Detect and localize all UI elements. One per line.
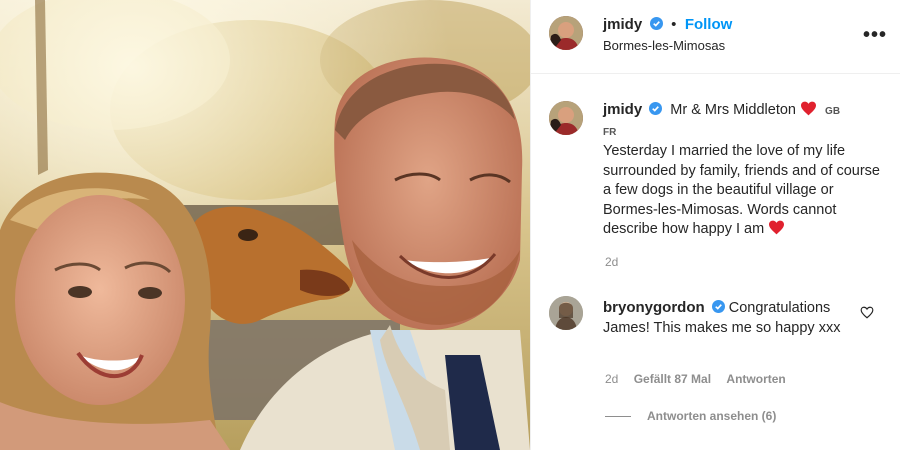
author-username[interactable]: jmidy xyxy=(603,16,642,33)
author-avatar[interactable] xyxy=(549,16,583,50)
caption-username[interactable]: jmidy xyxy=(603,101,642,118)
verified-badge-icon xyxy=(649,102,663,115)
red-heart-emoji-icon xyxy=(769,220,785,235)
view-replies-label: Antworten ansehen (6) xyxy=(647,409,777,423)
avatar-image xyxy=(549,296,583,330)
commenter-avatar[interactable] xyxy=(549,296,583,330)
post-header: jmidy • Follow Bormes-les-Mimosas ••• xyxy=(531,0,900,74)
flag-fr: FR xyxy=(603,126,617,138)
caption-avatar[interactable] xyxy=(549,101,583,135)
post-location[interactable]: Bormes-les-Mimosas xyxy=(603,38,725,53)
separator-dot: • xyxy=(671,16,677,33)
caption-body: Yesterday I married the love of my life … xyxy=(603,143,880,237)
instagram-post: jmidy • Follow Bormes-les-Mimosas ••• jm… xyxy=(0,0,900,450)
post-photo[interactable] xyxy=(0,0,530,450)
caption-title: Mr & Mrs Middleton xyxy=(670,102,796,118)
comment-body: bryonygordon Congratulations James! This… xyxy=(603,298,863,338)
like-comment-heart-icon[interactable] xyxy=(860,306,874,319)
commenter-username[interactable]: bryonygordon xyxy=(603,299,705,316)
avatar-image xyxy=(549,101,583,135)
caption-text: jmidy Mr & Mrs Middleton GB FR Yesterday… xyxy=(603,100,883,240)
verified-badge-icon xyxy=(649,17,663,30)
post-sidebar: jmidy • Follow Bormes-les-Mimosas ••• jm… xyxy=(530,0,900,450)
avatar-image xyxy=(549,16,583,50)
comment-meta: 2d Gefällt 87 Mal Antworten xyxy=(605,372,786,386)
verified-badge-icon xyxy=(711,300,725,313)
flag-gb: GB xyxy=(825,106,841,117)
view-replies-button[interactable]: Antworten ansehen (6) xyxy=(605,409,776,423)
reply-button[interactable]: Antworten xyxy=(726,372,785,386)
red-heart-emoji-icon xyxy=(801,101,817,116)
follow-button[interactable]: Follow xyxy=(685,16,733,33)
caption-age[interactable]: 2d xyxy=(605,255,618,269)
more-options-icon[interactable]: ••• xyxy=(863,24,887,47)
couple-selfie-image xyxy=(0,0,530,450)
comment-likes[interactable]: Gefällt 87 Mal xyxy=(634,372,711,386)
replies-divider-line xyxy=(605,416,631,418)
comment-age[interactable]: 2d xyxy=(605,372,618,386)
